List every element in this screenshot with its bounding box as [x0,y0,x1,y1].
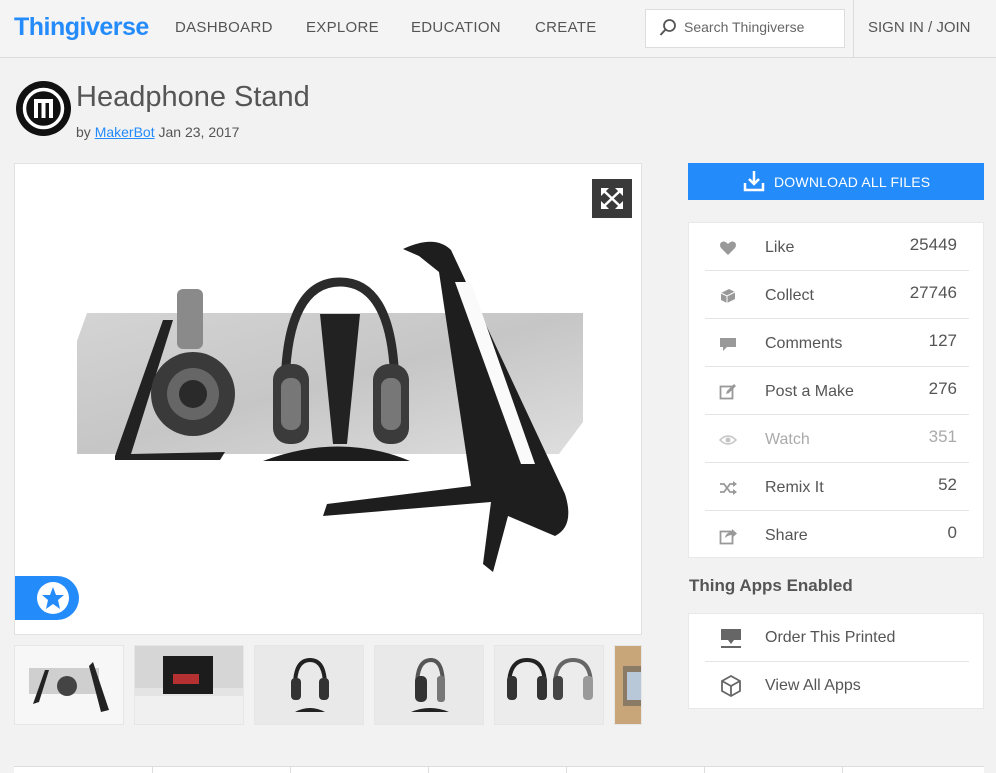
order-this-printed-label: Order This Printed [765,629,896,646]
thumbnail-3-image [291,657,329,712]
share-label: Share [765,527,808,544]
share-button[interactable]: Share 0 [705,511,969,559]
thingiverse-logo[interactable]: Thingiverse [14,13,149,42]
headphone-stand-photo [77,241,583,572]
tab-separator [152,767,153,773]
printer-icon [721,629,741,648]
like-button[interactable]: Like 25449 [705,223,969,271]
share-icon [719,529,737,545]
thumbnail-5-image [507,657,593,700]
nav-divider [853,0,854,58]
download-label: DOWNLOAD ALL FILES [774,174,931,190]
tab-separator [566,767,567,773]
byline: by MakerBot Jan 23, 2017 [76,124,239,140]
sign-in-join-link[interactable]: SIGN IN / JOIN [868,19,971,36]
order-this-printed-button[interactable]: Order This Printed [705,614,969,662]
star-icon [42,587,64,609]
watch-button[interactable]: Watch 351 [705,415,969,463]
collect-count: 27746 [909,283,957,302]
main-product-image[interactable] [14,163,642,635]
top-navigation-bar: Thingiverse DASHBOARD EXPLORE EDUCATION … [0,0,996,58]
thumbnail-4[interactable] [374,645,484,725]
eye-icon [719,435,737,445]
expand-fullscreen-button[interactable] [592,179,632,218]
post-a-make-label: Post a Make [765,383,854,400]
content-tabs-bar [14,766,984,773]
remix-count: 52 [938,475,957,494]
post-a-make-button[interactable]: Post a Make 276 [705,367,969,415]
comments-count: 127 [928,331,957,350]
featured-badge[interactable] [15,576,79,620]
watch-label: Watch [765,431,810,448]
author-avatar[interactable] [16,81,71,136]
comments-button[interactable]: Comments 127 [705,319,969,367]
collect-icon [720,289,736,303]
view-all-apps-button[interactable]: View All Apps [705,662,969,710]
search-input[interactable] [684,19,834,35]
thing-apps-heading: Thing Apps Enabled [689,576,853,595]
like-count: 25449 [909,235,957,254]
byline-by: by [76,124,91,140]
tab-separator [428,767,429,773]
tab-separator [842,767,843,773]
thumbnail-3[interactable] [254,645,364,725]
collect-label: Collect [765,287,814,304]
thumbnail-4-image [411,657,449,712]
makerbot-logo-icon [22,87,65,130]
watch-count: 351 [928,427,957,446]
search-box[interactable] [645,9,845,48]
comments-label: Comments [765,335,843,352]
thumbnail-6-image [623,666,641,706]
share-count: 0 [947,523,957,542]
download-all-files-button[interactable]: DOWNLOAD ALL FILES [688,163,984,200]
featured-star-circle [37,582,69,614]
cube-icon [721,674,741,698]
thumbnail-1[interactable] [14,645,124,725]
heart-icon [720,241,736,255]
collect-button[interactable]: Collect 27746 [705,271,969,319]
publish-date: Jan 23, 2017 [158,124,240,140]
view-all-apps-label: View All Apps [765,677,861,694]
page-title: Headphone Stand [76,81,310,113]
tab-separator [704,767,705,773]
nav-explore[interactable]: EXPLORE [306,19,379,36]
remix-it-button[interactable]: Remix It 52 [705,463,969,511]
author-link[interactable]: MakerBot [95,124,155,140]
comment-icon [720,338,736,351]
search-icon[interactable] [658,18,678,38]
tab-separator [290,767,291,773]
like-label: Like [765,239,795,256]
thumbnail-2[interactable] [134,645,244,725]
nav-education[interactable]: EDUCATION [411,19,501,36]
thumbnail-5[interactable] [494,645,604,725]
thumbnail-2-image [135,646,243,724]
nav-dashboard[interactable]: DASHBOARD [175,19,273,36]
thumbnail-1-image [29,662,109,712]
edit-icon [719,384,736,400]
remix-it-label: Remix It [765,479,824,496]
thing-apps-panel: Order This Printed View All Apps [688,613,984,709]
thumbnail-6-partial[interactable] [614,645,642,725]
thing-stats-panel: Like 25449 Collect 27746 Comments 127 Po… [688,222,984,558]
shuffle-icon [720,481,737,495]
download-icon [743,171,765,192]
nav-create[interactable]: CREATE [535,19,597,36]
expand-icon [601,188,623,209]
makes-count: 276 [928,379,957,398]
